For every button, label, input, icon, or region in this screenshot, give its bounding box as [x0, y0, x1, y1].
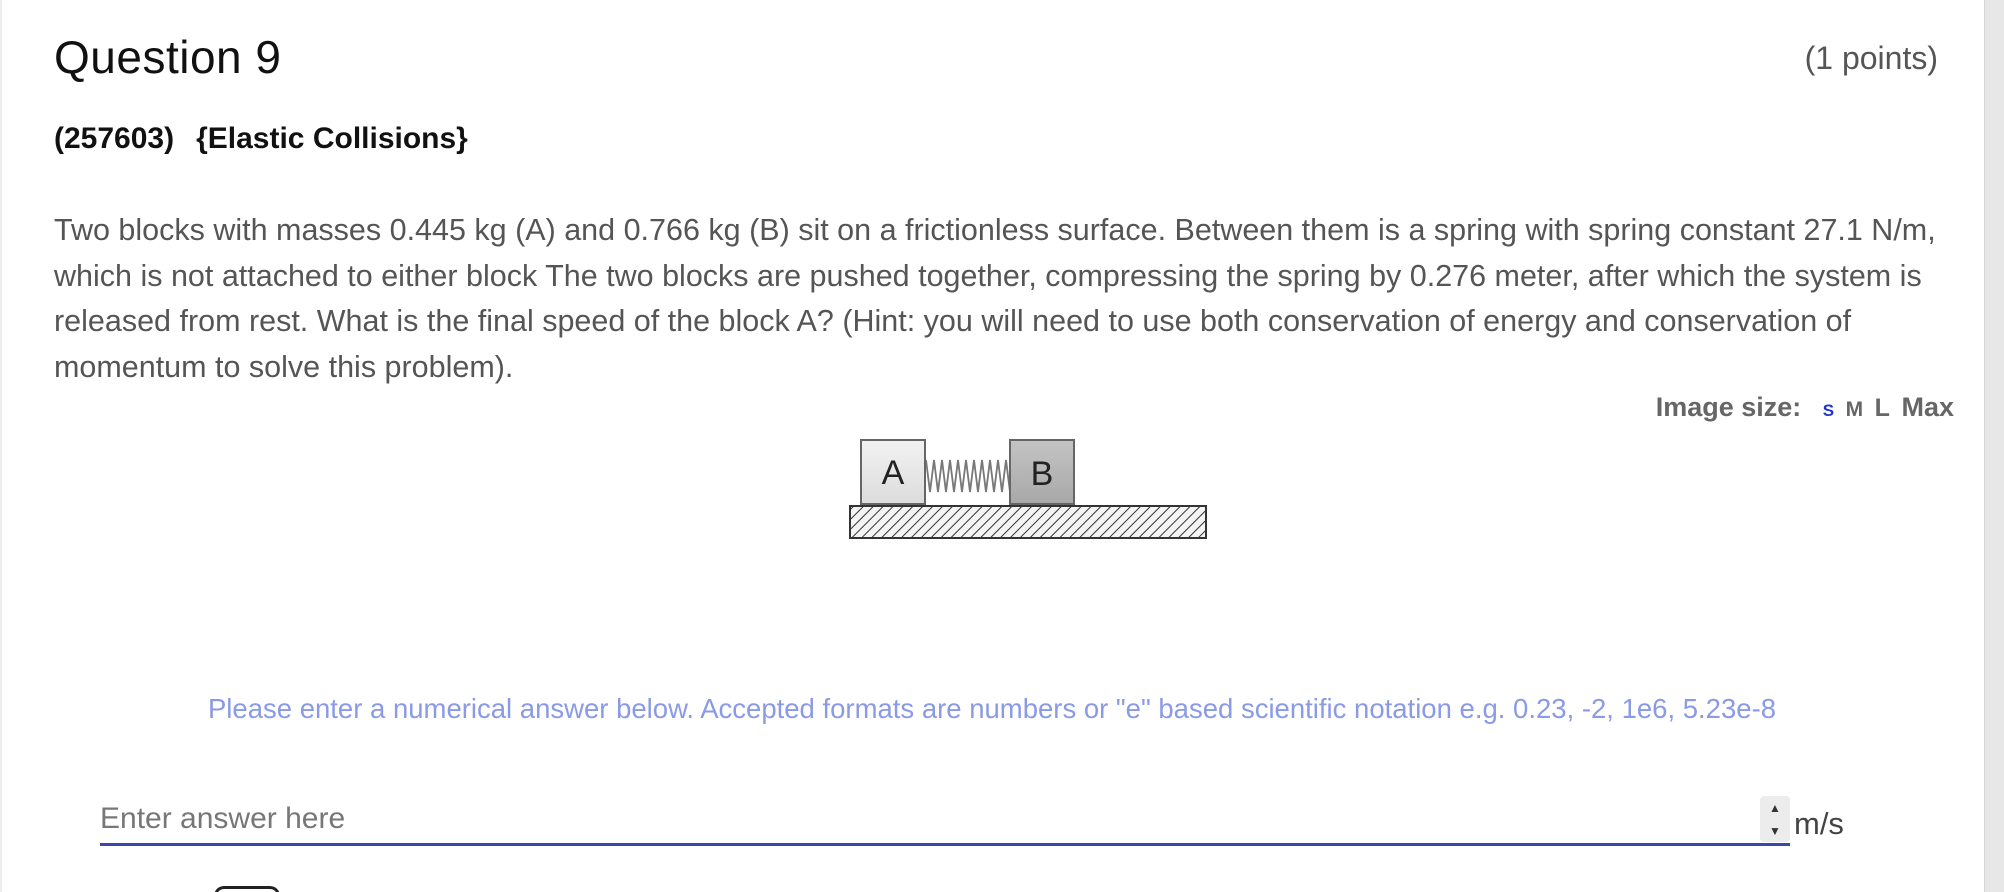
image-size-s[interactable]: S — [1823, 401, 1834, 420]
question-topic: {Elastic Collisions} — [196, 122, 468, 155]
question-meta: (257603) {Elastic Collisions} — [54, 122, 468, 156]
answer-format-hint: Please enter a numerical answer below. A… — [207, 693, 1777, 724]
blocks-spring-figure: A B — [849, 439, 1207, 539]
block-a-label: A — [882, 454, 905, 492]
submit-button[interactable] — [214, 886, 280, 892]
spinner-down-icon[interactable]: ▼ — [1760, 819, 1790, 842]
answer-field: ▲ ▼ — [100, 796, 1790, 846]
question-text: Two blocks with masses 0.445 kg (A) and … — [54, 213, 1936, 384]
image-size-selector: Image size: S M L Max — [1656, 392, 1954, 423]
spinner-up-icon[interactable]: ▲ — [1760, 796, 1790, 819]
question-title: Question 9 — [54, 31, 282, 83]
question-id: (257603) — [54, 122, 175, 155]
answer-unit: m/s — [1794, 806, 1844, 841]
spring — [924, 456, 1012, 496]
image-size-max[interactable]: Max — [1901, 392, 1954, 422]
card-border — [0, 0, 2, 892]
image-size-m[interactable]: M — [1846, 398, 1864, 421]
question-card: Question 9 (1 points) (257603) {Elastic C… — [0, 0, 1984, 892]
scrollbar[interactable] — [1984, 0, 2004, 892]
number-spinner[interactable]: ▲ ▼ — [1760, 796, 1790, 842]
image-size-l[interactable]: L — [1875, 394, 1890, 422]
question-points: (1 points) — [1804, 40, 1938, 76]
frictionless-surface — [849, 505, 1207, 539]
answer-input[interactable] — [100, 796, 1750, 842]
image-size-label: Image size: — [1655, 392, 1802, 422]
block-b-label: B — [1031, 455, 1054, 493]
